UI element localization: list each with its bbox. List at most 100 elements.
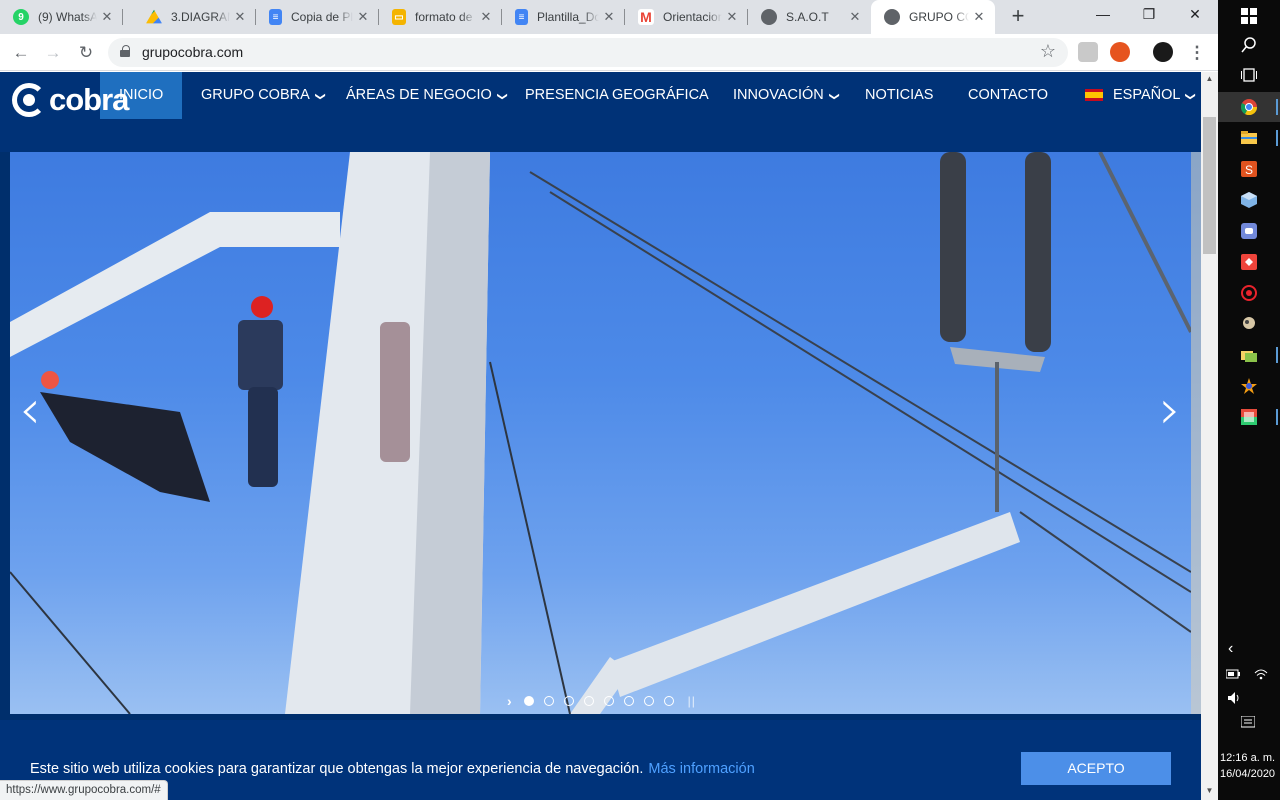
slider-dot-5[interactable] <box>603 696 614 706</box>
nav-grupo-cobra[interactable]: GRUPO COBRA ❯ <box>201 72 325 119</box>
chevron-left-icon[interactable]: ‹ <box>1228 640 1233 658</box>
tab-title: Copia de Pl <box>291 10 353 24</box>
volume-icon[interactable] <box>1228 692 1242 704</box>
chrome-icon[interactable] <box>1241 99 1257 115</box>
close-tab-icon[interactable]: ✕ <box>969 9 989 25</box>
close-tab-icon[interactable]: ✕ <box>599 9 619 25</box>
menu-dots-icon[interactable]: ⋮ <box>1184 40 1210 66</box>
app-gamepad-icon[interactable] <box>1241 316 1257 332</box>
cookie-banner: Este sitio web utiliza cookies para gara… <box>0 720 1201 800</box>
close-tab-icon[interactable]: ✕ <box>476 9 496 25</box>
slides-icon: ▭ <box>392 9 406 25</box>
minimize-button[interactable]: — <box>1080 0 1126 30</box>
status-bar-url: https://www.grupocobra.com/# <box>0 780 168 800</box>
scroll-up-icon[interactable]: ▲ <box>1201 72 1218 86</box>
page-scrollbar[interactable]: ▲ ▼ <box>1201 72 1218 800</box>
restore-button[interactable]: ❐ <box>1126 0 1172 30</box>
tab-plantilla[interactable]: ≡ Plantilla_Do ✕ <box>502 0 625 34</box>
windows-start-icon[interactable] <box>1241 8 1257 24</box>
nav-label: PRESENCIA GEOGRÁFICA <box>525 87 709 103</box>
scroll-down-icon[interactable]: ▼ <box>1201 784 1218 798</box>
nav-contacto[interactable]: CONTACTO <box>968 72 1048 119</box>
close-tab-icon[interactable]: ✕ <box>230 9 250 25</box>
accept-cookies-button[interactable]: ACEPTO <box>1021 752 1171 785</box>
wifi-icon[interactable] <box>1254 668 1268 680</box>
slider-prev-icon[interactable]: ‹ <box>15 380 45 440</box>
url-text[interactable]: grupocobra.com <box>142 44 243 60</box>
sublime-text-icon[interactable]: S <box>1241 161 1257 177</box>
reload-icon[interactable]: ↻ <box>73 40 99 66</box>
next-slide-peek <box>1191 152 1201 714</box>
bookmark-star-icon[interactable]: ☆ <box>1040 41 1056 62</box>
cobra-logo[interactable]: cobra <box>12 80 129 120</box>
chevron-down-icon: ❯ <box>828 92 840 101</box>
close-tab-icon[interactable]: ✕ <box>845 9 865 25</box>
hero-slider[interactable]: ‹ › › || <box>10 152 1191 714</box>
tab-title: 3.DIAGRAMA <box>171 10 230 24</box>
tab-gmail[interactable]: M Orientacion ✕ <box>625 0 748 34</box>
scrollbar-thumb[interactable] <box>1203 117 1216 254</box>
nav-innovacion[interactable]: INNOVACIÓN ❯ <box>733 72 839 119</box>
tab-strip: 9 (9) WhatsApp ✕ 3.DIAGRAMA ✕ ≡ Copia de… <box>0 0 1218 34</box>
duckduckgo-extension-icon[interactable] <box>1110 42 1130 62</box>
drive-icon <box>146 9 162 24</box>
nav-noticias[interactable]: NOTICIAS <box>865 72 933 119</box>
notifications-icon[interactable] <box>1241 716 1255 730</box>
tab-title: Plantilla_Do <box>537 10 599 24</box>
slider-pagination: › || <box>507 693 696 709</box>
browser-toolbar: ← → ↻ grupocobra.com ☆ ⋮ <box>0 34 1218 71</box>
battery-icon[interactable] <box>1226 668 1240 680</box>
close-tab-icon[interactable]: ✕ <box>97 9 117 25</box>
slider-next-icon[interactable]: › <box>1155 380 1185 440</box>
close-tab-icon[interactable]: ✕ <box>722 9 742 25</box>
slider-dot-4[interactable] <box>583 696 594 706</box>
tab-copia[interactable]: ≡ Copia de Pl ✕ <box>256 0 379 34</box>
forward-icon[interactable]: → <box>40 40 66 66</box>
slider-dot-3[interactable] <box>563 696 574 706</box>
slider-dot-2[interactable] <box>543 696 554 706</box>
profile-avatar[interactable] <box>1153 42 1173 62</box>
slider-dot-7[interactable] <box>643 696 654 706</box>
cobra-logo-mark-icon <box>12 83 46 117</box>
lock-icon[interactable] <box>120 45 130 57</box>
slider-dot-1[interactable] <box>523 696 534 706</box>
slider-play-icon[interactable]: › <box>507 693 512 709</box>
close-tab-icon[interactable]: ✕ <box>353 9 373 25</box>
anydesk-icon[interactable] <box>1241 254 1257 270</box>
tab-formato[interactable]: ▭ formato de ✕ <box>379 0 502 34</box>
app-folders-icon[interactable] <box>1241 347 1257 363</box>
slider-pause-icon[interactable]: || <box>688 694 696 708</box>
nav-label: GRUPO COBRA <box>201 87 310 103</box>
tab-whatsapp[interactable]: 9 (9) WhatsApp ✕ <box>0 0 123 34</box>
slider-dot-6[interactable] <box>623 696 634 706</box>
tab-saot[interactable]: S.A.O.T ✕ <box>748 0 871 34</box>
more-info-link[interactable]: Más información <box>648 761 754 777</box>
tab-grupo-cobra[interactable]: GRUPO CO ✕ <box>871 0 995 34</box>
nav-label: ÁREAS DE NEGOCIO <box>346 87 492 103</box>
nav-presencia-geografica[interactable]: PRESENCIA GEOGRÁFICA <box>525 72 709 119</box>
search-icon[interactable] <box>1241 37 1257 53</box>
windows-taskbar: S ‹ <box>1218 0 1280 800</box>
address-bar[interactable]: grupocobra.com ☆ <box>108 38 1068 67</box>
close-window-button[interactable]: ✕ <box>1172 0 1218 30</box>
file-explorer-icon[interactable] <box>1241 130 1257 146</box>
app-star-icon[interactable] <box>1241 378 1257 394</box>
nav-areas-negocio[interactable]: ÁREAS DE NEGOCIO ❯ <box>346 72 508 119</box>
taskbar-clock[interactable]: 12:16 a. m. 16/04/2020 <box>1220 750 1280 782</box>
discord-icon[interactable] <box>1241 223 1257 239</box>
docs-icon: ≡ <box>269 9 282 25</box>
app-image-icon[interactable] <box>1241 409 1257 425</box>
task-view-icon[interactable] <box>1241 67 1257 83</box>
browser-window: 9 (9) WhatsApp ✕ 3.DIAGRAMA ✕ ≡ Copia de… <box>0 0 1218 800</box>
nav-language[interactable]: ESPAÑOL ❯ <box>1085 72 1196 119</box>
back-icon[interactable]: ← <box>8 40 34 66</box>
app-red-circle-icon[interactable] <box>1241 285 1257 301</box>
slider-dot-8[interactable] <box>663 696 674 706</box>
pdf-extension-icon[interactable] <box>1078 42 1098 62</box>
virtualbox-icon[interactable] <box>1241 192 1257 208</box>
hero-image-transmission-tower <box>10 152 1191 714</box>
tab-diagrama[interactable]: 3.DIAGRAMA ✕ <box>133 0 256 34</box>
tab-title: S.A.O.T <box>786 10 829 24</box>
cookie-text: Este sitio web utiliza cookies para gara… <box>30 761 644 777</box>
new-tab-button[interactable]: + <box>1006 5 1030 29</box>
